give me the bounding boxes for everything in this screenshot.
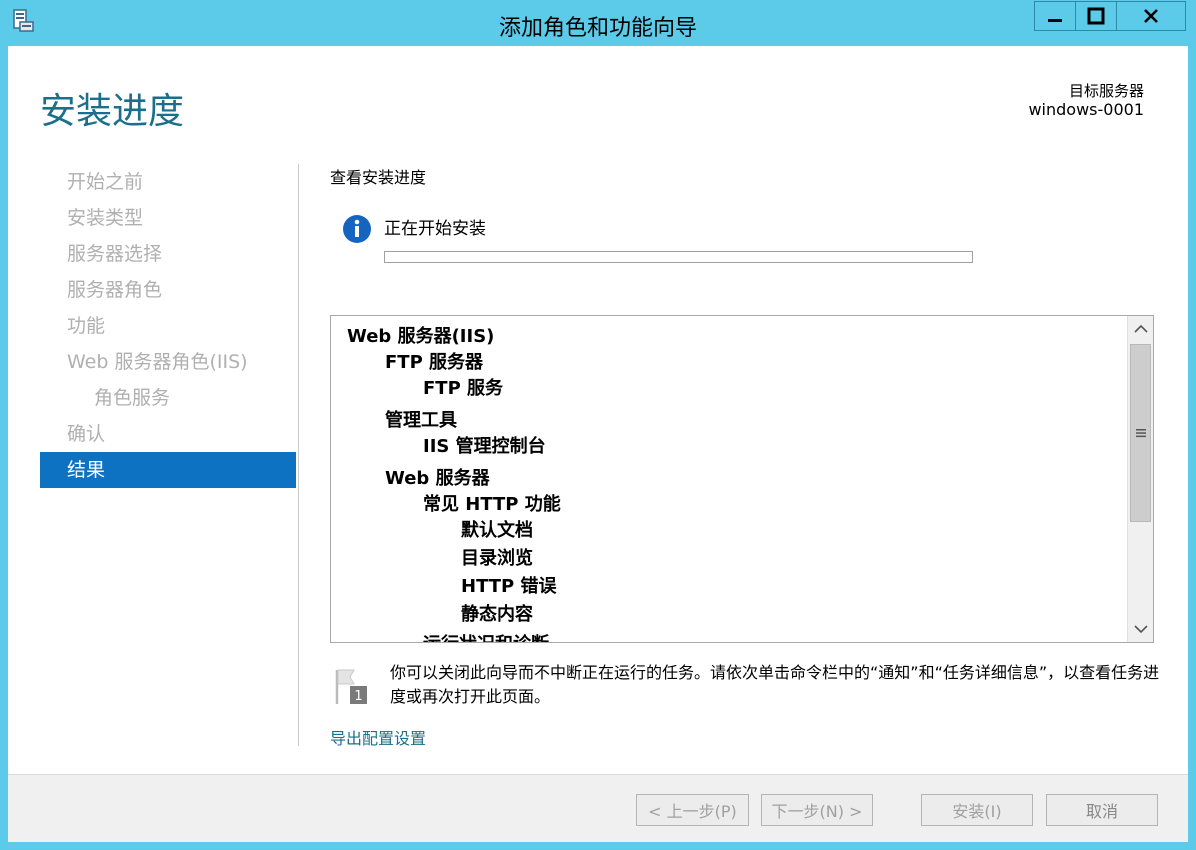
minimize-button[interactable] <box>1034 1 1076 31</box>
chevron-down-icon <box>1133 625 1148 634</box>
results-tree-item: Web 服务器 <box>385 468 490 489</box>
install-progress-bar <box>384 251 973 263</box>
nav-step-1[interactable]: 安装类型 <box>40 200 296 236</box>
results-tree-item: 默认文档 <box>461 520 533 541</box>
nav-step-0[interactable]: 开始之前 <box>40 164 296 200</box>
install-results-list[interactable]: Web 服务器(IIS) FTP 服务器 FTP 服务管理工具 IIS 管理控制台 We… <box>330 315 1154 643</box>
results-tree-item: 常见 HTTP 功能 <box>423 494 561 515</box>
results-tree-item: 运行状况和诊断 <box>423 630 549 642</box>
section-title: 查看安装进度 <box>330 168 427 187</box>
results-tree-item: 目录浏览 <box>461 548 533 569</box>
cancel-button[interactable]: 取消 <box>1046 794 1158 826</box>
results-tree-item: Web 服务器(IIS) <box>347 326 495 347</box>
vertical-scrollbar[interactable] <box>1127 316 1153 642</box>
close-button[interactable] <box>1116 1 1186 31</box>
install-status-text: 正在开始安装 <box>384 219 486 239</box>
maximize-button[interactable] <box>1075 1 1117 31</box>
results-tree-item: FTP 服务器 <box>385 352 484 373</box>
info-icon <box>343 215 371 243</box>
wizard-client-area: 安装进度 目标服务器 windows-0001 开始之前 安装类型 服务器选择 服务器… <box>8 46 1188 842</box>
next-button[interactable]: 下一步(N) > <box>761 794 873 826</box>
target-server-name: windows-0001 <box>1028 100 1144 119</box>
nav-step-3[interactable]: 服务器角色 <box>40 272 296 308</box>
scroll-up-button[interactable] <box>1128 316 1153 342</box>
close-icon <box>1144 9 1158 23</box>
nav-step-8[interactable]: 结果 <box>40 452 296 488</box>
results-tree: Web 服务器(IIS) FTP 服务器 FTP 服务管理工具 IIS 管理控制台 We… <box>331 316 1127 642</box>
wizard-steps-nav: 开始之前 安装类型 服务器选择 服务器角色 功能 Web 服务器角色(IIS) 角色服务 确认… <box>40 164 296 488</box>
background-task-notice: 你可以关闭此向导而不中断正在运行的任务。请依次单击命令栏中的“通知”和“任务详细… <box>390 663 1160 706</box>
notification-badge-count: 1 <box>354 689 362 704</box>
minimize-icon <box>1048 19 1062 22</box>
results-tree-item: FTP 服务 <box>423 378 504 399</box>
nav-step-5[interactable]: Web 服务器角色(IIS) <box>40 344 296 380</box>
title-bar[interactable]: 添加角色和功能向导 <box>0 0 1196 46</box>
results-tree-item: 静态内容 <box>461 604 533 625</box>
window-title: 添加角色和功能向导 <box>498 16 697 41</box>
nav-divider <box>298 164 299 746</box>
wizard-footer: < 上一步(P) 下一步(N) > 安装(I) 取消 <box>8 774 1188 842</box>
nav-step-4[interactable]: 功能 <box>40 308 296 344</box>
nav-step-7[interactable]: 确认 <box>40 416 296 452</box>
export-config-link[interactable]: 导出配置设置 <box>330 725 426 749</box>
chevron-up-icon <box>1133 324 1148 333</box>
install-button[interactable]: 安装(I) <box>921 794 1033 826</box>
window-controls <box>1034 1 1186 31</box>
maximize-icon <box>1087 7 1105 25</box>
notification-flag-icon: 1 <box>335 669 367 704</box>
window-frame: 添加角色和功能向导 安装进度 目标服务器 windows-0001 开始之前 安装… <box>0 0 1196 850</box>
scroll-thumb[interactable] <box>1130 344 1151 522</box>
results-tree-item: HTTP 错误 <box>461 576 557 597</box>
results-tree-item: IIS 管理控制台 <box>423 436 546 457</box>
nav-step-2[interactable]: 服务器选择 <box>40 236 296 272</box>
previous-button[interactable]: < 上一步(P) <box>636 794 749 826</box>
target-server-label: 目标服务器 <box>1068 82 1144 100</box>
scroll-down-button[interactable] <box>1128 616 1153 642</box>
page-title: 安装进度 <box>40 91 185 132</box>
results-tree-item: 管理工具 <box>385 410 457 431</box>
nav-step-6[interactable]: 角色服务 <box>40 380 296 416</box>
grip-icon <box>1135 429 1146 438</box>
